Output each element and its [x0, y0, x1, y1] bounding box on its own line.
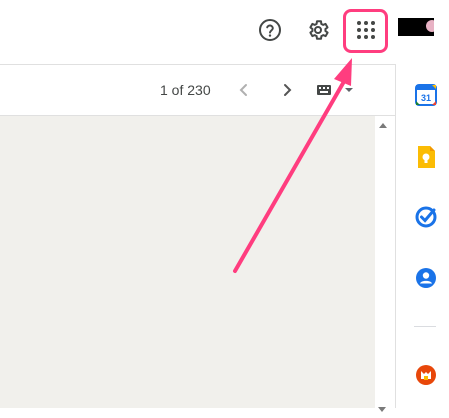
- chevron-left-icon: [239, 84, 247, 96]
- help-button[interactable]: [250, 10, 290, 50]
- keyboard-icon: [317, 85, 331, 95]
- scroll-down-button[interactable]: [378, 400, 388, 412]
- vertical-scrollbar[interactable]: [376, 116, 391, 408]
- chevron-down-icon: [345, 88, 353, 92]
- tasks-icon: [415, 206, 437, 228]
- tasks-app-button[interactable]: [414, 205, 438, 229]
- input-tools-button[interactable]: [316, 83, 356, 97]
- reading-pane: [0, 116, 375, 408]
- contacts-app-button[interactable]: [414, 266, 438, 290]
- avatar-image: [426, 20, 434, 32]
- scroll-up-button[interactable]: [378, 120, 388, 130]
- account-avatar[interactable]: [398, 18, 434, 36]
- addon-icon: [416, 365, 436, 385]
- keep-icon: [418, 146, 435, 168]
- settings-button[interactable]: [298, 10, 338, 50]
- side-panel-divider: [414, 326, 436, 327]
- help-circle-icon: [259, 19, 281, 41]
- contacts-icon: [416, 268, 436, 288]
- gear-icon: [309, 20, 329, 40]
- older-button[interactable]: [231, 77, 257, 103]
- calendar-icon: 31: [415, 84, 437, 106]
- newer-button[interactable]: [274, 77, 300, 103]
- addon-app-button[interactable]: [414, 363, 438, 387]
- side-panel: [395, 64, 449, 408]
- calendar-day-label: 31: [421, 93, 431, 103]
- message-toolbar: 1 of 230: [0, 65, 395, 116]
- keep-app-button[interactable]: [414, 145, 438, 169]
- top-header: [0, 0, 449, 65]
- pagination-count: 1 of 230: [160, 82, 211, 98]
- calendar-app-button[interactable]: 31: [414, 83, 438, 107]
- caret-up-icon: [379, 123, 387, 128]
- apps-button-highlight: [343, 9, 388, 53]
- chevron-right-icon: [284, 84, 292, 96]
